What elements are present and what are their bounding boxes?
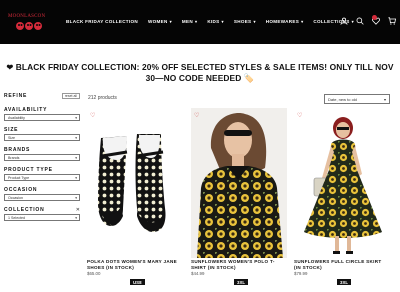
- facet-header: AVAILABILITY: [4, 105, 80, 114]
- main-menu: BLACK FRIDAY COLLECTION WOMEN ▾ MEN ▾ KIDS…: [66, 19, 354, 24]
- size-tag: US8: [130, 279, 145, 285]
- select-value: Availability: [8, 116, 25, 120]
- chevron-down-icon: ▾: [221, 19, 224, 24]
- facet-header: COLLECTION ✕: [4, 205, 80, 214]
- facet-header: SIZE: [4, 125, 80, 134]
- facet-collection: COLLECTION ✕ 1 Selected ▾: [4, 205, 80, 221]
- facet-title: COLLECTION: [4, 206, 45, 213]
- chevron-down-icon: ▾: [383, 97, 386, 102]
- wishlist-badge: [372, 15, 377, 20]
- menu-label: KIDS: [207, 19, 220, 24]
- menu-black-friday[interactable]: BLACK FRIDAY COLLECTION: [66, 19, 138, 24]
- search-icon[interactable]: [356, 17, 364, 25]
- sort-select[interactable]: Date, new to old ▾: [324, 94, 390, 104]
- product-price: $65.00: [87, 271, 101, 276]
- product-price: $44.99: [191, 271, 205, 276]
- menu-shoes[interactable]: SHOES ▾: [234, 19, 256, 24]
- promo-text: BLACK FRIDAY COLLECTION: 20% OFF SELECTE…: [15, 62, 394, 83]
- logo-skull-icon: [16, 22, 42, 30]
- menu-label: WOMEN: [147, 19, 168, 24]
- menu-label: BLACK FRIDAY COLLECTION: [66, 19, 138, 24]
- product-count: 212 products: [88, 95, 117, 101]
- logo[interactable]: MOONLASCON: [8, 14, 50, 32]
- chevron-down-icon: ▾: [75, 216, 77, 220]
- facet-size: SIZE Size ▾: [4, 125, 80, 141]
- heart-icon: ❤: [6, 63, 14, 72]
- facet-occasion: OCCASION Occasion ▾: [4, 185, 80, 201]
- occasion-select[interactable]: Occasion ▾: [4, 194, 80, 201]
- product-image-skirt[interactable]: [294, 108, 390, 258]
- select-value: 1 Selected: [8, 216, 25, 220]
- facet-title: OCCASION: [4, 186, 38, 193]
- chevron-down-icon: ▾: [169, 19, 172, 24]
- facet-product-type: PRODUCT TYPE Product Type ▾: [4, 165, 80, 181]
- select-value: Brands: [8, 156, 20, 160]
- facet-header: OCCASION: [4, 185, 80, 194]
- chevron-down-icon: ▾: [75, 156, 77, 160]
- menu-women[interactable]: WOMEN ▾: [148, 19, 172, 24]
- reset-all-button[interactable]: reset all: [61, 93, 80, 99]
- size-tag: 3XL: [337, 279, 352, 285]
- refine-title: REFINE: [4, 93, 28, 99]
- product-price: $79.99: [294, 271, 308, 276]
- account-icon[interactable]: [340, 17, 348, 25]
- menu-men[interactable]: MEN ▾: [182, 19, 197, 24]
- top-nav: MOONLASCON BLACK FRIDAY COLLECTION WOMEN…: [0, 0, 400, 44]
- product-title[interactable]: SUNFLOWERS FULL CIRCLE SKIRT (IN STOCK): [294, 259, 390, 270]
- menu-label: MEN: [181, 19, 194, 24]
- facet-title: AVAILABILITY: [4, 106, 48, 113]
- facet-brands: BRANDS Brands ▾: [4, 145, 80, 161]
- menu-label: HOMEWARES: [265, 19, 300, 24]
- chevron-down-icon: ▾: [75, 136, 77, 140]
- chevron-down-icon: ▾: [301, 19, 304, 24]
- product-title[interactable]: POLKA DOTS WOMEN'S MARY JANE SHOES (IN S…: [87, 259, 183, 270]
- select-value: Occasion: [8, 196, 23, 200]
- product-image-polo[interactable]: [191, 108, 287, 258]
- clear-collection-icon[interactable]: ✕: [76, 207, 80, 213]
- menu-kids[interactable]: KIDS ▾: [207, 19, 224, 24]
- product-image-shoes[interactable]: [87, 108, 183, 258]
- facet-availability: AVAILABILITY Availability ▾: [4, 105, 80, 121]
- chevron-down-icon: ▾: [75, 176, 77, 180]
- product-type-select[interactable]: Product Type ▾: [4, 174, 80, 181]
- chevron-down-icon: ▾: [195, 19, 198, 24]
- facet-header: PRODUCT TYPE: [4, 165, 80, 174]
- wishlist-heart-icon[interactable]: ♡: [194, 112, 199, 119]
- header-actions: [340, 17, 396, 25]
- facet-title: BRANDS: [4, 146, 31, 153]
- tag-emoji-icon: 🏷️: [243, 73, 255, 83]
- chevron-down-icon: ▾: [75, 196, 77, 200]
- menu-label: SHOES: [233, 19, 252, 24]
- filter-sidebar: REFINE reset all AVAILABILITY Availabili…: [4, 91, 80, 221]
- logo-text: MOONLASCON: [8, 14, 46, 19]
- wishlist-heart-icon[interactable]: ♡: [90, 112, 95, 119]
- chevron-down-icon: ▾: [75, 116, 77, 120]
- brands-select[interactable]: Brands ▾: [4, 154, 80, 161]
- sort-value: Date, new to old: [328, 97, 357, 102]
- availability-select[interactable]: Availability ▾: [4, 114, 80, 121]
- select-value: Product Type: [8, 176, 30, 180]
- product-title[interactable]: SUNFLOWERS WOMEN'S POLO T-SHIRT (IN STOC…: [191, 259, 287, 270]
- facet-title: SIZE: [4, 126, 19, 133]
- facet-header: BRANDS: [4, 145, 80, 154]
- cart-icon[interactable]: [388, 17, 396, 25]
- size-tag: 3XL: [234, 279, 249, 285]
- select-value: Size: [8, 136, 15, 140]
- wishlist-heart-icon[interactable]: ♡: [297, 112, 302, 119]
- promo-banner: ❤ BLACK FRIDAY COLLECTION: 20% OFF SELEC…: [6, 62, 394, 84]
- collection-select[interactable]: 1 Selected ▾: [4, 214, 80, 221]
- facet-title: PRODUCT TYPE: [4, 166, 53, 173]
- refine-header: REFINE reset all: [4, 91, 80, 101]
- size-select[interactable]: Size ▾: [4, 134, 80, 141]
- chevron-down-icon: ▾: [253, 19, 256, 24]
- menu-homewares[interactable]: HOMEWARES ▾: [266, 19, 304, 24]
